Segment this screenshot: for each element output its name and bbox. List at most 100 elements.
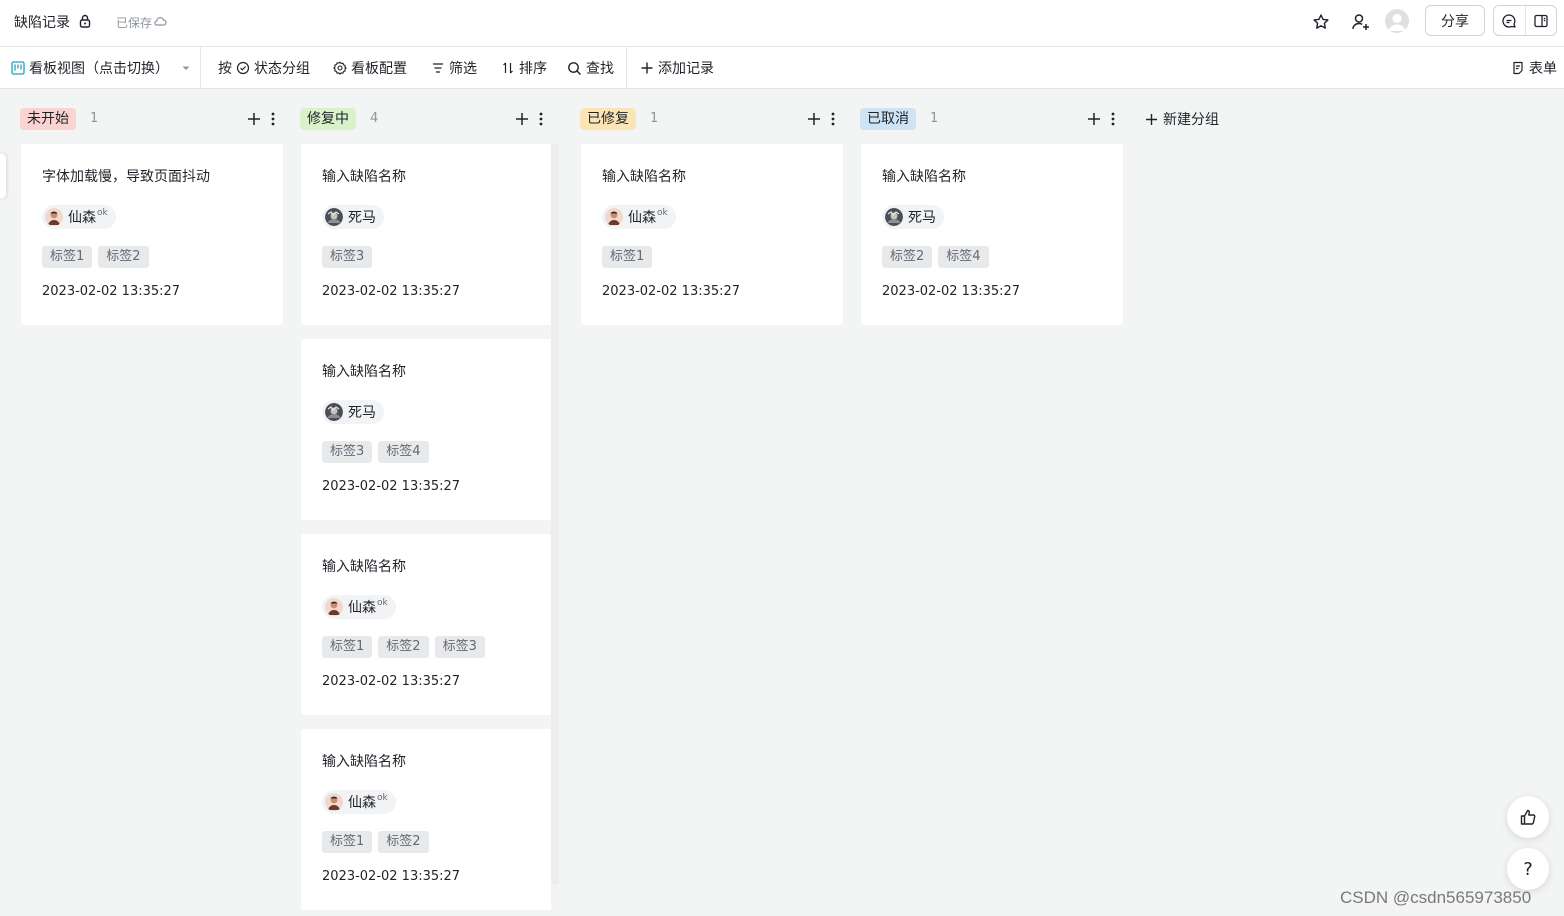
document-title[interactable]: 缺陷记录	[14, 12, 70, 32]
more-vertical-icon	[831, 112, 835, 126]
group-by-button[interactable]: 按 状态分组	[218, 47, 310, 89]
side-panel-icon[interactable]	[1524, 6, 1557, 35]
column-menu-button[interactable]	[1109, 110, 1117, 128]
avatar-image	[885, 208, 903, 226]
avatar-image	[45, 208, 63, 226]
form-button[interactable]: 表单	[1511, 47, 1557, 89]
label-tag: 标签3	[322, 246, 373, 268]
status-tag[interactable]: 已修复	[580, 108, 636, 130]
board-config-button[interactable]: 看板配置	[333, 47, 407, 89]
card-date: 2023-02-02 13:35:27	[322, 674, 461, 689]
column-count: 1	[650, 111, 659, 126]
tag-list: 标签2 标签4	[882, 246, 989, 268]
status-tag[interactable]: 未开始	[20, 108, 76, 130]
column-menu-button[interactable]	[829, 110, 837, 128]
column-header: 已取消 1	[860, 108, 1123, 130]
plus-icon	[641, 62, 653, 74]
form-label: 表单	[1529, 61, 1557, 77]
card-date: 2023-02-02 13:35:27	[882, 284, 1021, 299]
card-title: 输入缺陷名称	[322, 559, 406, 575]
avatar-image	[325, 598, 343, 616]
filter-button[interactable]: 筛选	[431, 47, 477, 89]
board-config-label: 看板配置	[351, 61, 407, 77]
plus-icon	[516, 113, 528, 125]
user-avatar-icon	[885, 208, 903, 226]
plus-icon	[1088, 113, 1100, 125]
add-card-button[interactable]	[805, 110, 823, 128]
kanban-card[interactable]: 输入缺陷名称 仙森 ok 标签1 标签2 标签3 2023-02-02 13:35:27	[301, 534, 551, 715]
column-count: 1	[930, 111, 939, 126]
column-menu-button[interactable]	[269, 110, 277, 128]
label-tag: 标签1	[322, 831, 373, 853]
column-scrollbar[interactable]	[551, 144, 559, 884]
user-avatar-icon	[605, 208, 623, 226]
card-title: 输入缺陷名称	[322, 364, 406, 380]
status-tag[interactable]: 修复中	[300, 108, 356, 130]
assignee-name: 仙森	[628, 210, 656, 226]
help-button[interactable]: ?	[1507, 848, 1549, 890]
card-date: 2023-02-02 13:35:27	[42, 284, 181, 299]
column-header: 修复中 4	[300, 108, 551, 130]
filter-icon	[433, 63, 443, 73]
assignee-chip[interactable]: 死马	[322, 205, 384, 229]
assignee-name-suffix: ok	[657, 208, 668, 218]
assignee-chip[interactable]: 死马	[322, 400, 384, 424]
plus-icon	[808, 113, 820, 125]
assignee-chip[interactable]: 仙森 ok	[322, 595, 396, 619]
kanban-card[interactable]: 输入缺陷名称 死马 标签3 2023-02-02 13:35:27	[301, 144, 551, 325]
toolbar-divider	[626, 47, 627, 89]
add-card-button[interactable]	[245, 110, 263, 128]
label-tag: 标签3	[434, 636, 485, 658]
column-count: 4	[370, 111, 379, 126]
kanban-card[interactable]: 字体加载慢，导致页面抖动仙森 ok 标签1 标签2 2023-02-02 13:35:2…	[21, 144, 283, 325]
column-header: 已修复 1	[580, 108, 843, 130]
star-icon[interactable]	[1309, 10, 1333, 34]
card-date: 2023-02-02 13:35:27	[322, 479, 461, 494]
card-date: 2023-02-02 13:35:27	[322, 869, 461, 884]
assignee-name-suffix: ok	[97, 208, 108, 218]
avatar-image	[605, 208, 623, 226]
avatar-image	[325, 208, 343, 226]
add-record-label: 添加记录	[658, 61, 714, 77]
add-card-button[interactable]	[513, 110, 531, 128]
search-button[interactable]: 查找	[567, 47, 614, 89]
kanban-card[interactable]: 输入缺陷名称 死马 标签3 标签4 2023-02-02 13:35:27	[301, 339, 551, 520]
sidebar-expand-handle[interactable]	[0, 154, 6, 198]
kanban-card[interactable]: 输入缺陷名称 仙森 ok 标签1 标签2 2023-02-02 13:35:27	[301, 729, 551, 910]
card-date: 2023-02-02 13:35:27	[602, 284, 741, 299]
add-card-button[interactable]	[1085, 110, 1103, 128]
assignee-chip[interactable]: 死马	[882, 205, 944, 229]
share-button[interactable]: 分享	[1425, 5, 1485, 36]
assignee-chip[interactable]: 仙森 ok	[602, 205, 676, 229]
more-vertical-icon	[539, 112, 543, 126]
label-tag: 标签2	[378, 636, 429, 658]
add-collaborator-icon[interactable]	[1349, 10, 1373, 34]
column-menu-button[interactable]	[537, 110, 545, 128]
avatar-image	[325, 403, 343, 421]
panel-button-group	[1493, 5, 1557, 36]
add-record-button[interactable]: 添加记录	[640, 47, 714, 89]
status-tag[interactable]: 已取消	[860, 108, 916, 130]
assignee-name: 死马	[348, 405, 376, 421]
sort-button[interactable]: 排序	[501, 47, 547, 89]
plus-icon	[1146, 113, 1157, 125]
like-button[interactable]	[1507, 796, 1549, 838]
kanban-card[interactable]: 输入缺陷名称 死马 标签2 标签4 2023-02-02 13:35:27	[861, 144, 1123, 325]
new-group-button[interactable]: 新建分组	[1145, 108, 1219, 130]
card-title: 输入缺陷名称	[602, 169, 686, 185]
tag-list: 标签3	[322, 246, 373, 268]
assignee-chip[interactable]: 仙森 ok	[42, 205, 116, 229]
label-tag: 标签2	[882, 246, 933, 268]
filter-label: 筛选	[449, 61, 477, 77]
view-switcher[interactable]: 看板视图（点击切换）	[11, 47, 195, 89]
assignee-name: 仙森	[348, 600, 376, 616]
group-label: 状态分组	[254, 61, 310, 77]
assignee-chip[interactable]: 仙森 ok	[322, 790, 396, 814]
form-icon	[1513, 61, 1523, 75]
user-avatar[interactable]	[1385, 9, 1409, 33]
kanban-card[interactable]: 输入缺陷名称 仙森 ok 标签1 2023-02-02 13:35:27	[581, 144, 843, 325]
card-title: 字体加载慢，导致页面抖动	[42, 169, 210, 185]
comment-icon[interactable]	[1494, 6, 1525, 35]
card-title: 输入缺陷名称	[322, 169, 406, 185]
tag-list: 标签1 标签2	[42, 246, 149, 268]
